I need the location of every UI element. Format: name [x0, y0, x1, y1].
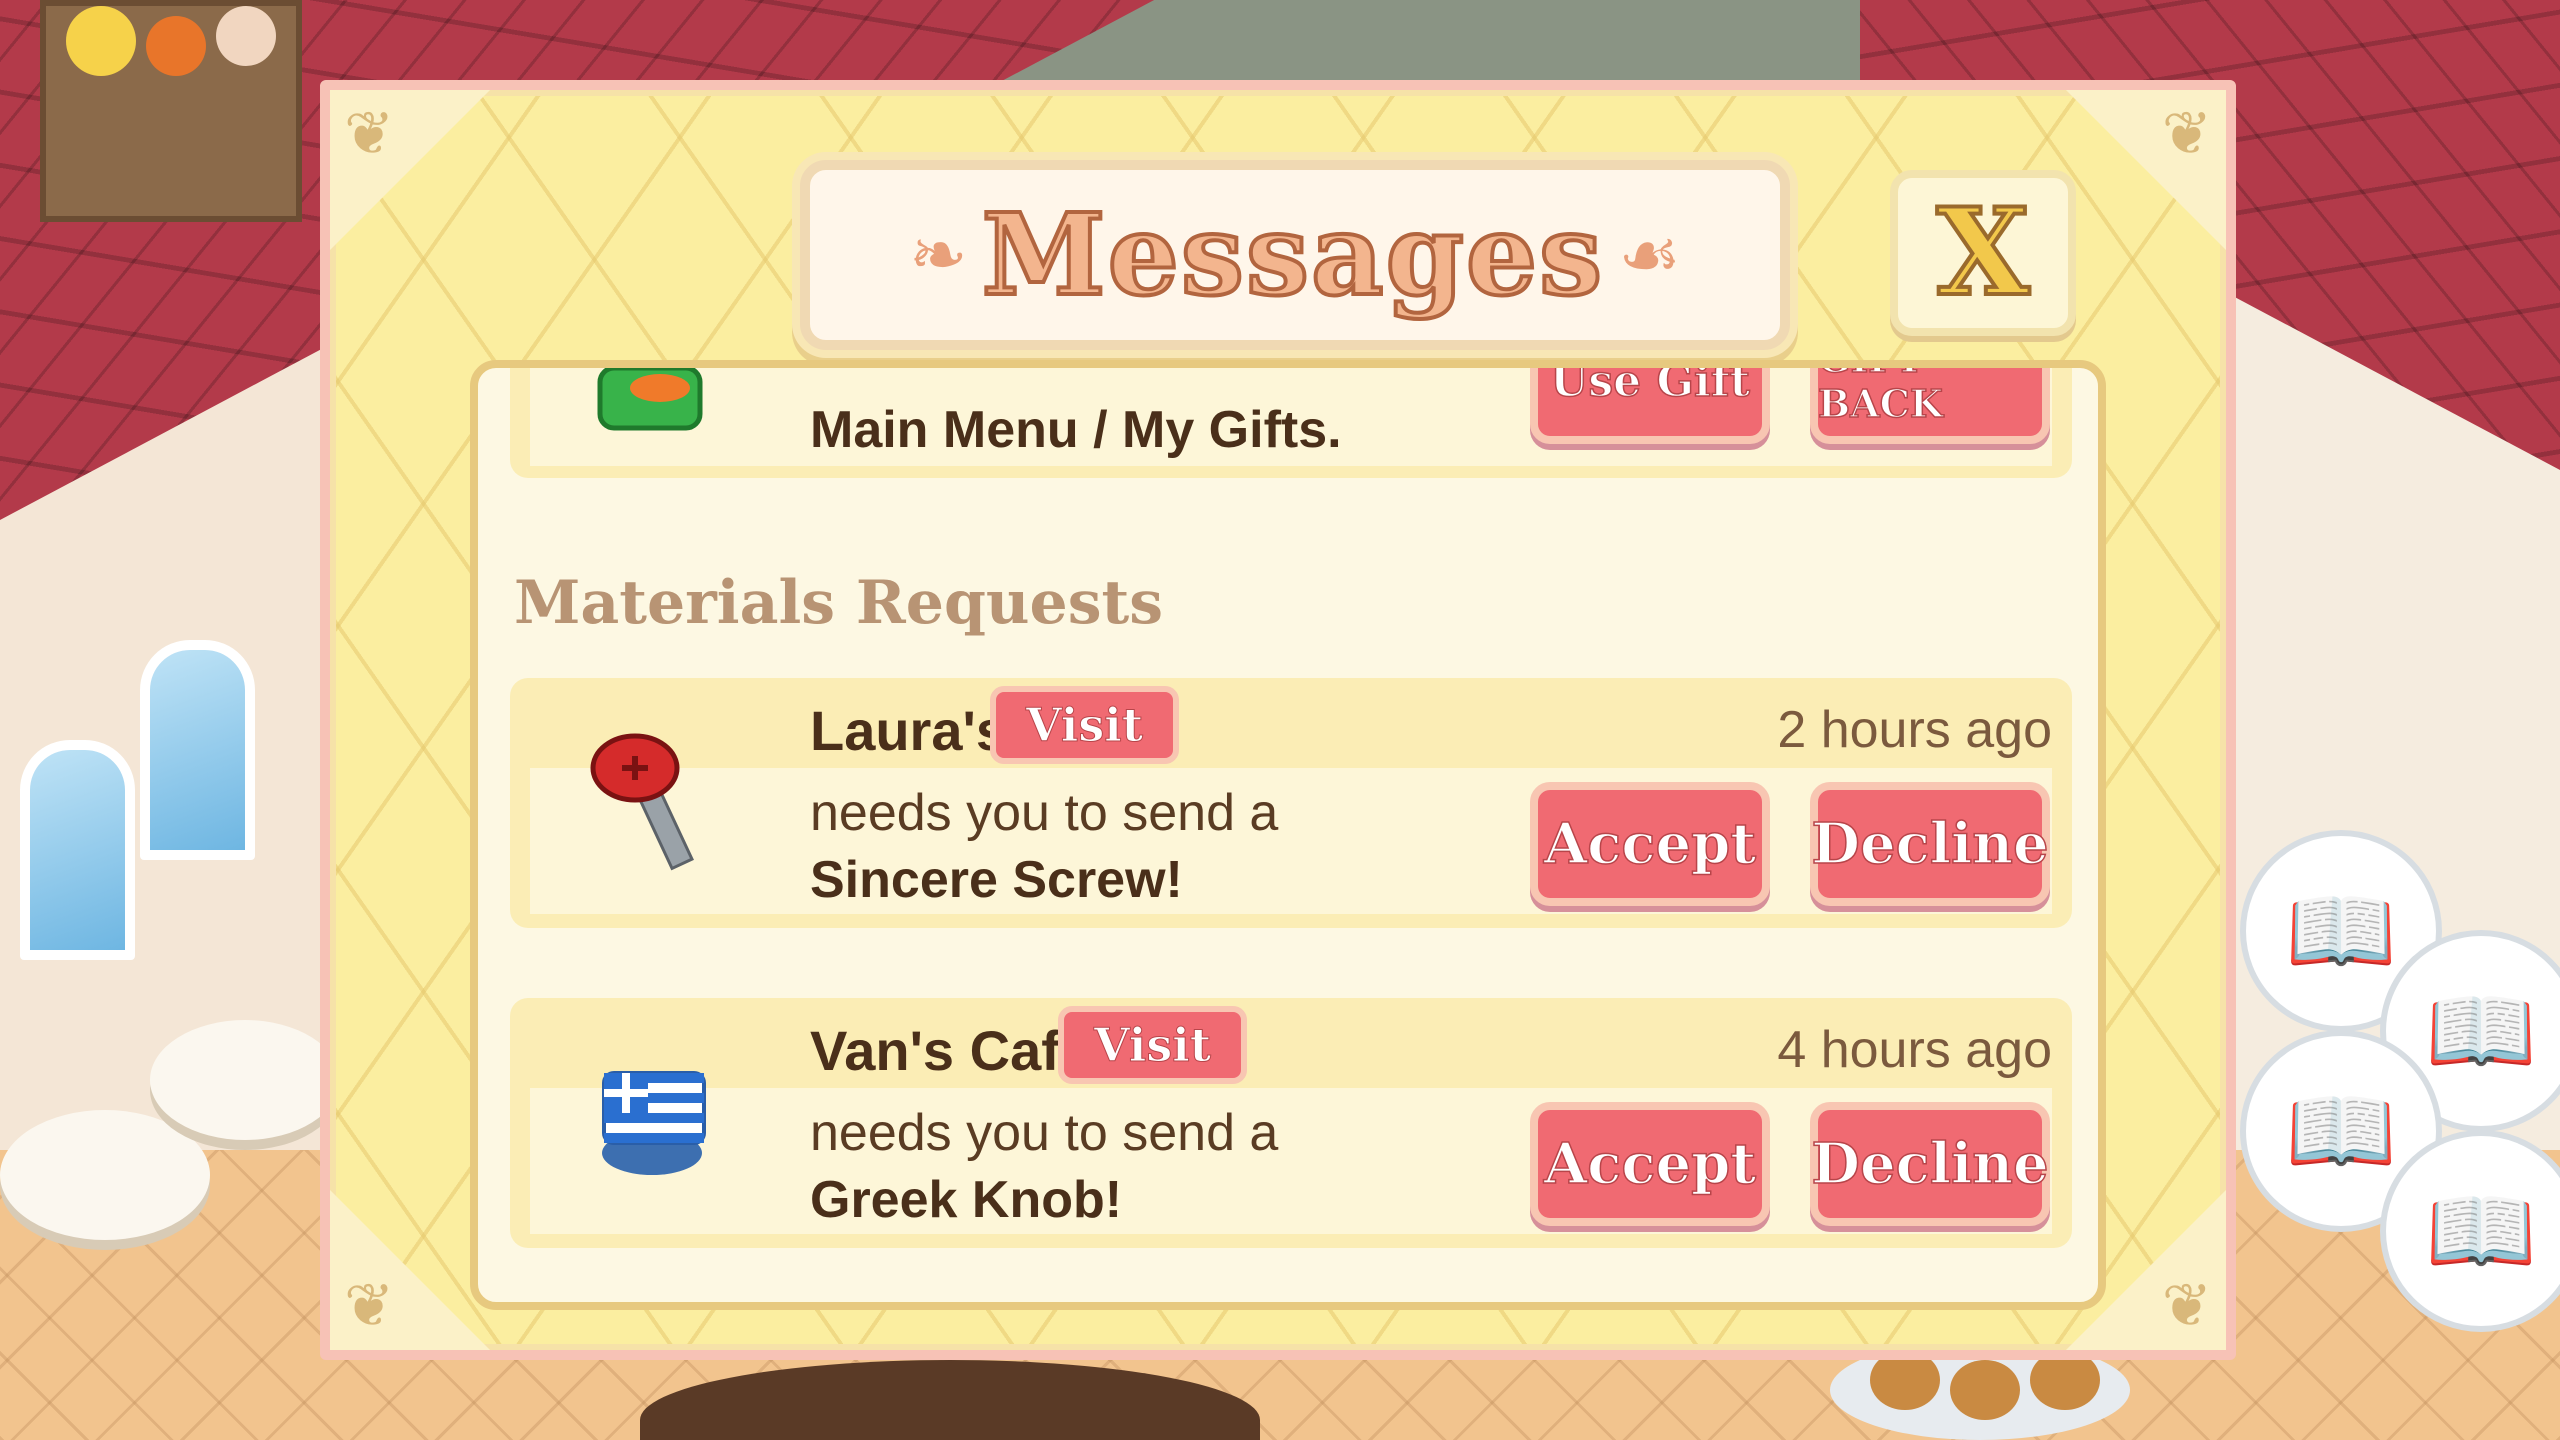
- request-time: 2 hours ago: [1777, 701, 2052, 759]
- request-text: needs you to send a: [810, 1104, 1279, 1162]
- visit-button[interactable]: Visit: [1058, 1006, 1247, 1084]
- requester-name: Laura's: [810, 699, 1007, 762]
- visit-button[interactable]: Visit: [990, 686, 1179, 764]
- accept-button[interactable]: Accept: [1530, 1102, 1770, 1226]
- screw-icon: [590, 728, 740, 878]
- greek-knob-icon: [590, 1058, 740, 1208]
- close-button[interactable]: X: [1890, 170, 2076, 336]
- banana-icon: [66, 6, 136, 76]
- gift-location-text: Main Menu / My Gifts.: [810, 401, 1342, 459]
- requested-item: Sincere Screw!: [810, 851, 1183, 909]
- corner-ornament: ❦: [330, 1190, 490, 1350]
- dialog-title: Messages: [980, 188, 1605, 323]
- corner-ornament: ❦: [330, 90, 490, 250]
- requested-item: Greek Knob!: [810, 1171, 1123, 1229]
- accept-button[interactable]: Accept: [1530, 782, 1770, 906]
- gift-back-button[interactable]: GIFT BACK: [1810, 368, 2050, 444]
- corner-ornament: ❦: [2066, 90, 2226, 250]
- produce-crate[interactable]: [40, 0, 302, 222]
- cookie-icon: [1950, 1360, 2020, 1420]
- cafe-table[interactable]: [150, 1020, 340, 1140]
- section-title: Materials Requests: [514, 568, 1163, 638]
- messages-scroll-panel[interactable]: It is now in Main Menu / My Gifts. Use G…: [470, 360, 2106, 1310]
- cafe-table[interactable]: [0, 1110, 210, 1240]
- window: [140, 640, 255, 860]
- window: [20, 740, 135, 960]
- requester-name: Van's Cafe: [810, 1019, 1092, 1082]
- gift-item-icon: [590, 368, 720, 448]
- flourish-icon: ❧: [909, 214, 968, 296]
- flourish-icon: ☙: [1618, 214, 1681, 296]
- close-icon: X: [1934, 182, 2031, 323]
- request-card: Van's Cafe Visit 4 hours ago needs you t…: [510, 998, 2072, 1248]
- use-gift-button[interactable]: Use Gift: [1530, 368, 1770, 444]
- carrot-icon: [146, 16, 206, 76]
- decline-button[interactable]: Decline: [1810, 1102, 2050, 1226]
- title-plaque: ❧ Messages ☙: [800, 160, 1790, 350]
- gift-message-card: It is now in Main Menu / My Gifts. Use G…: [510, 368, 2072, 478]
- decline-button[interactable]: Decline: [1810, 782, 2050, 906]
- request-card: Laura's Visit 2 hours ago needs you to s…: [510, 678, 2072, 928]
- gift-partial-text: It is now in: [810, 368, 1056, 378]
- messages-dialog: ❦ ❦ ❦ ❦ ❧ Messages ☙ X It is now in Main…: [320, 80, 2236, 1360]
- request-time: 4 hours ago: [1777, 1021, 2052, 1079]
- request-text: needs you to send a: [810, 784, 1279, 842]
- potato-icon: [216, 6, 276, 66]
